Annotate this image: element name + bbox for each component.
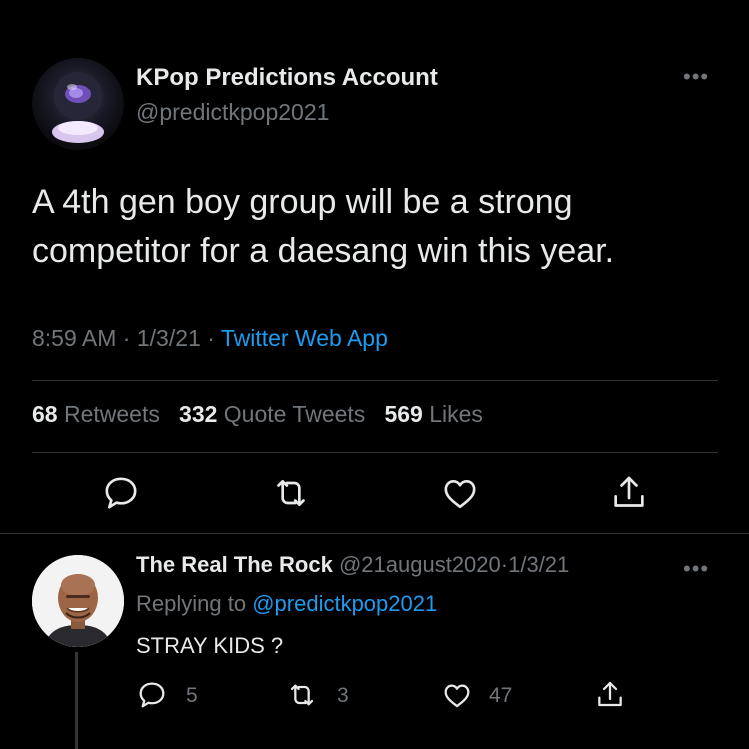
tweet-date[interactable]: 1/3/21 <box>137 325 201 351</box>
more-options-icon[interactable]: ••• <box>683 64 709 90</box>
reply-date[interactable]: 1/3/21 <box>508 552 569 577</box>
divider <box>0 533 749 534</box>
reply-icon[interactable] <box>101 473 141 513</box>
tweet-source-link[interactable]: Twitter Web App <box>221 325 388 351</box>
meta-separator: · <box>122 325 131 351</box>
retweet-icon[interactable] <box>271 473 311 513</box>
author-name[interactable]: KPop Predictions Account <box>136 64 438 92</box>
author-handle[interactable]: @predictkpop2021 <box>136 99 329 126</box>
reply-reply-icon[interactable] <box>136 679 168 711</box>
tweet-stats: 68 Retweets 332 Quote Tweets 569 Likes <box>32 401 483 428</box>
replying-prefix: Replying to <box>136 591 247 616</box>
replying-to: Replying to @predictkpop2021 <box>136 591 437 617</box>
divider <box>32 452 718 453</box>
reply-like-count: 47 <box>489 684 513 707</box>
meta-separator: · <box>207 325 215 351</box>
reply-author-handle[interactable]: @21august2020 <box>339 552 501 577</box>
reply-more-options-icon[interactable]: ••• <box>683 556 709 582</box>
quote-tweets-stat[interactable]: 332 Quote Tweets <box>179 401 365 427</box>
reply-retweet-count: 3 <box>337 684 349 707</box>
divider <box>32 380 718 381</box>
replying-to-handle[interactable]: @predictkpop2021 <box>252 591 437 616</box>
like-icon[interactable] <box>440 473 480 513</box>
reply-text: STRAY KIDS ? <box>136 633 284 658</box>
tweet-text: A 4th gen boy group will be a strong com… <box>32 183 615 270</box>
reply-separator: · <box>500 552 509 577</box>
author-avatar[interactable] <box>32 58 124 150</box>
reply-author-avatar[interactable] <box>32 555 124 647</box>
retweets-stat[interactable]: 68 Retweets <box>32 401 160 427</box>
share-icon[interactable] <box>609 473 649 513</box>
reply-header: The Real The Rock @21august2020·1/3/21 <box>136 552 569 578</box>
tweet-meta: 8:59 AM · 1/3/21 · Twitter Web App <box>32 325 388 352</box>
thread-line <box>75 652 78 749</box>
reply-author-name[interactable]: The Real The Rock <box>136 552 333 577</box>
reply-like-icon[interactable] <box>441 679 473 711</box>
reply-reply-count: 5 <box>186 684 198 707</box>
likes-stat[interactable]: 569 Likes <box>384 401 482 427</box>
reply-share-icon[interactable] <box>594 679 626 711</box>
tweet-time[interactable]: 8:59 AM <box>32 325 116 351</box>
reply-retweet-icon[interactable] <box>286 679 318 711</box>
